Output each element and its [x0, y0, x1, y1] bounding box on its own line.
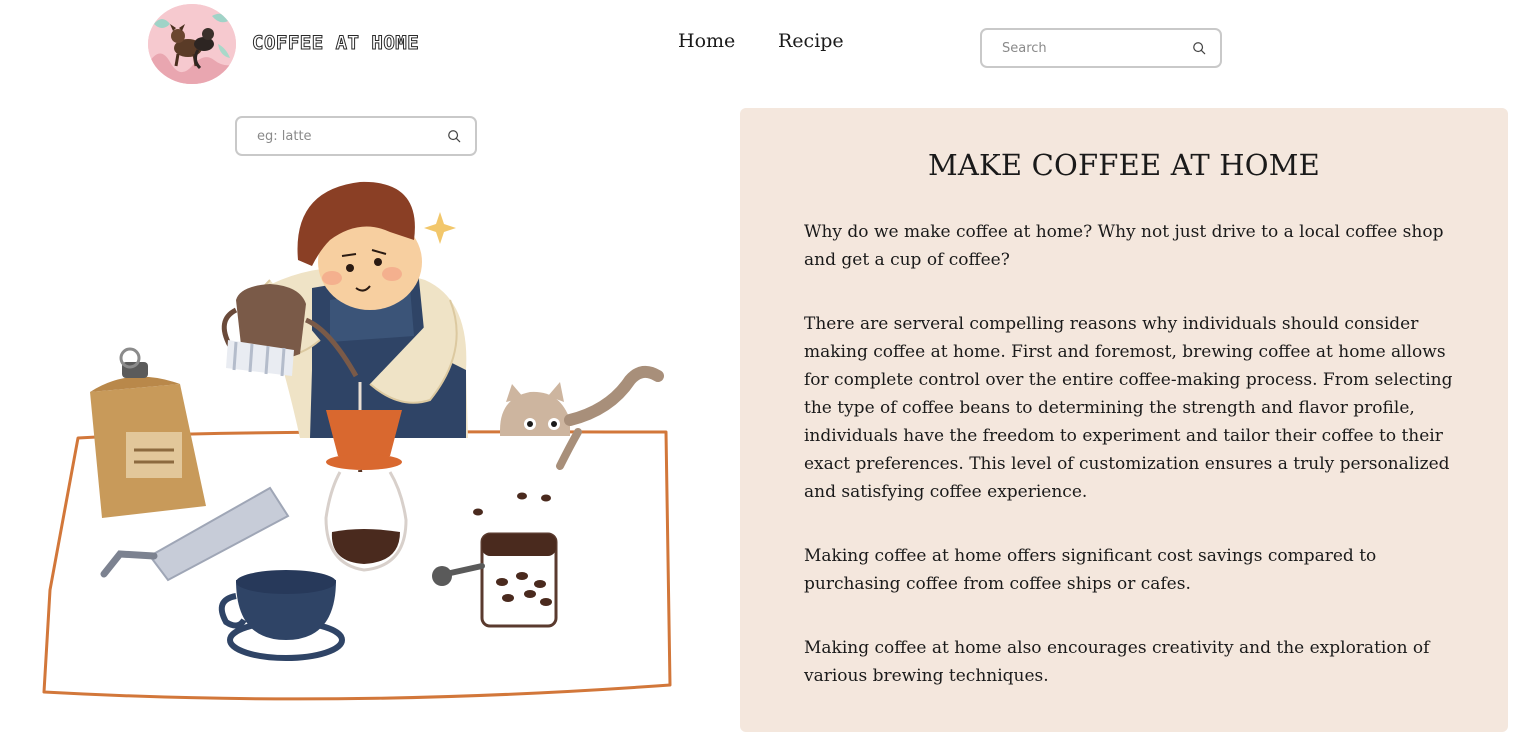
article-paragraph: Why do we make coffee at home? Why not j… [804, 222, 1444, 270]
nav-link-recipe[interactable]: Recipe [778, 30, 844, 52]
header-search-box [980, 28, 1222, 68]
article-paragraph: Making coffee at home also encourages cr… [804, 638, 1430, 686]
sparkle-icon [424, 212, 456, 244]
brand-title[interactable]: COFFEE AT HOME [251, 32, 419, 55]
barista-figure [221, 181, 468, 438]
header-search-input[interactable] [1002, 40, 1192, 56]
article-paragraph: There are serveral compelling reasons wh… [804, 314, 1453, 502]
article-title: MAKE COFFEE AT HOME [927, 148, 1321, 182]
barista-pour-over-coffee-illustration [42, 181, 672, 701]
recipe-search-input[interactable] [257, 128, 447, 144]
recipe-search-box [235, 116, 477, 156]
search-icon[interactable] [1192, 41, 1206, 55]
search-icon[interactable] [447, 129, 461, 143]
article-paragraph: Making coffee at home offers significant… [804, 546, 1377, 594]
article-panel: MAKE COFFEE AT HOME Why do we make coffe… [740, 108, 1508, 732]
logo-avatar[interactable] [148, 4, 236, 84]
dog-and-cat-avatar-icon [148, 4, 236, 84]
coffee-bean-bag [90, 347, 206, 518]
nav-link-home[interactable]: Home [678, 30, 735, 52]
